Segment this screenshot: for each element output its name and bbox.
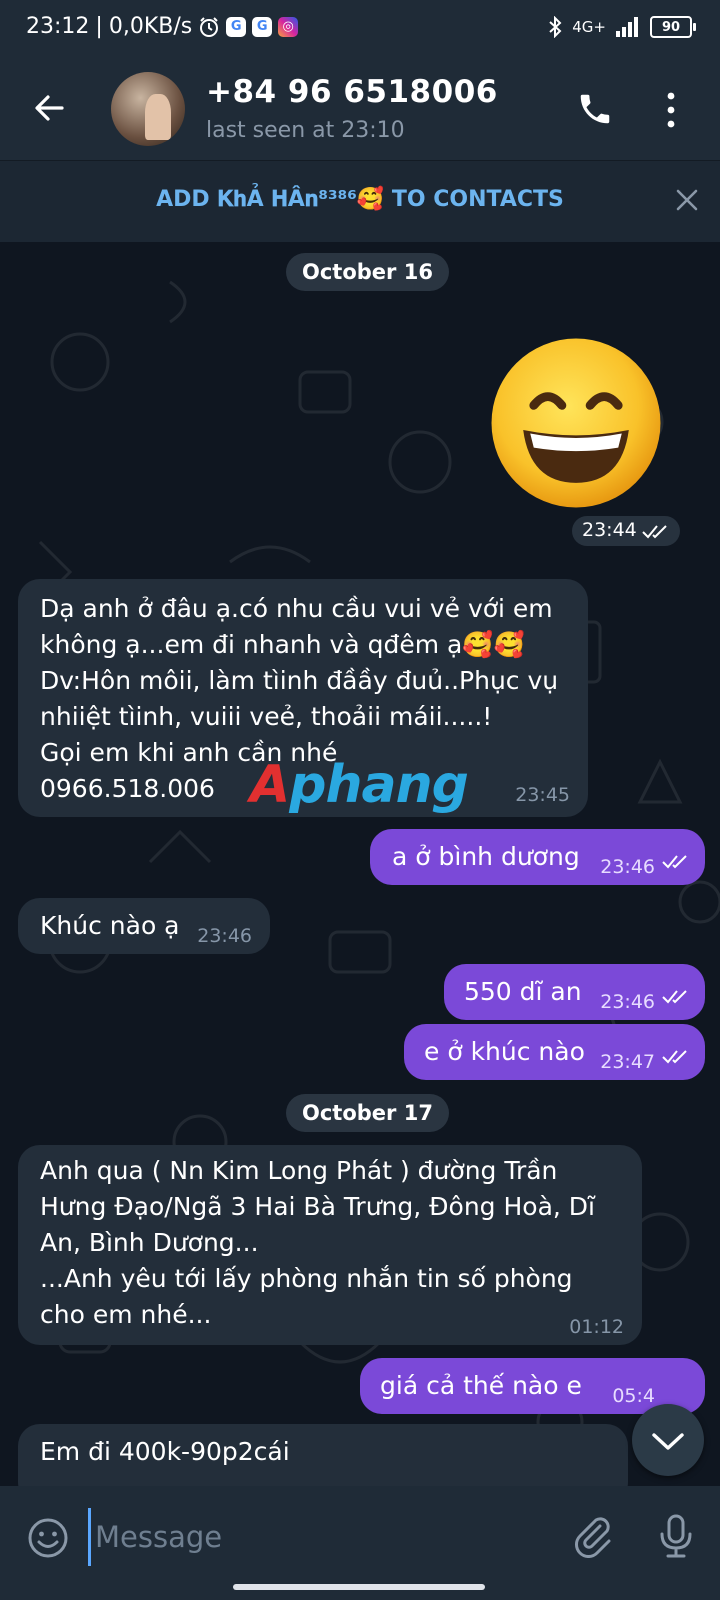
- incoming-message[interactable]: Khúc nào ạ 23:46: [18, 898, 270, 954]
- status-left: 23:12 | 0,0KB/s G G ◎: [26, 14, 299, 39]
- status-speed: 0,0KB/s: [108, 14, 193, 39]
- network-label: 4G+: [572, 18, 606, 36]
- message-input-bar: [0, 1486, 720, 1600]
- bluetooth-icon: [549, 16, 562, 38]
- status-bar: 23:12 | 0,0KB/s G G ◎ 4G+ 90: [0, 0, 720, 62]
- outgoing-message[interactable]: 550 dĩ an 23:46: [444, 964, 705, 1020]
- incoming-message[interactable]: Anh qua ( Nn Kim Long Phát ) đường Trần …: [18, 1145, 642, 1345]
- arrow-left-icon[interactable]: [30, 88, 70, 128]
- message-time: 01:12: [569, 1316, 624, 1338]
- battery-icon: 90: [650, 16, 696, 38]
- home-indicator: [233, 1584, 485, 1590]
- watermark-logo: Aphang: [250, 755, 469, 815]
- status-time: 23:12: [26, 14, 90, 39]
- message-input[interactable]: [88, 1508, 557, 1566]
- message-text: 550 dĩ an: [464, 977, 582, 1006]
- chat-header: +84 96 6518006 last seen at 23:10: [0, 62, 720, 160]
- google-icon-2: G: [252, 16, 273, 37]
- outgoing-message[interactable]: a ở bình dương 23:46: [370, 829, 705, 885]
- double-check-icon: [662, 1050, 687, 1064]
- message-time: 23:46: [600, 856, 655, 878]
- message-time: 23:46: [600, 991, 655, 1013]
- phone-icon[interactable]: [576, 90, 614, 128]
- message-meta: 23:44: [572, 516, 680, 546]
- message-text: giá cả thế nào e: [380, 1371, 582, 1400]
- message-text: Khúc nào ạ: [40, 911, 180, 940]
- microphone-icon[interactable]: [656, 1512, 696, 1560]
- message-time: 23:46: [197, 925, 252, 947]
- smile-icon[interactable]: [26, 1516, 70, 1560]
- signal-icon: [616, 17, 638, 37]
- avatar[interactable]: [111, 72, 185, 146]
- date-separator: October 16: [286, 253, 449, 291]
- contact-name[interactable]: +84 96 6518006: [206, 74, 498, 110]
- double-check-icon: [662, 855, 687, 869]
- add-contact-button[interactable]: ADD 𝐊𝐡Ả 𝐇Â𝐧⁸³⁸⁶🥰 TO CONTACTS: [0, 187, 720, 212]
- paperclip-icon[interactable]: [574, 1514, 618, 1558]
- message-time: 23:45: [515, 784, 570, 806]
- double-check-icon: [662, 990, 687, 1004]
- double-check-icon: [642, 525, 667, 539]
- google-icon: G: [226, 16, 247, 37]
- date-separator: October 17: [286, 1094, 449, 1132]
- add-contact-bar: ADD 𝐊𝐡Ả 𝐇Â𝐧⁸³⁸⁶🥰 TO CONTACTS: [0, 160, 720, 243]
- last-seen-status: last seen at 23:10: [206, 118, 405, 143]
- outgoing-message[interactable]: e ở khúc nào 23:47: [404, 1024, 705, 1080]
- more-vertical-icon[interactable]: [664, 90, 678, 130]
- chat-area[interactable]: October 16 23:44 Dạ anh ở đâu ạ.có nhu c…: [0, 242, 720, 1486]
- message-text: a ở bình dương: [392, 842, 580, 871]
- status-right: 4G+ 90: [548, 16, 696, 38]
- chevron-down-icon: [652, 1433, 684, 1450]
- grinning-face-emoji[interactable]: [488, 335, 664, 511]
- instagram-icon: ◎: [278, 16, 299, 37]
- incoming-message[interactable]: Em đi 400k-90p2cái: [18, 1424, 628, 1486]
- alarm-icon: [200, 16, 219, 37]
- message-time: 23:47: [600, 1051, 655, 1073]
- message-text: Em đi 400k-90p2cái: [40, 1437, 290, 1466]
- scroll-down-button[interactable]: [632, 1404, 704, 1476]
- close-icon[interactable]: [672, 185, 702, 215]
- message-time: 23:44: [582, 519, 637, 541]
- message-text: e ở khúc nào: [424, 1037, 585, 1066]
- message-text: Anh qua ( Nn Kim Long Phát ) đường Trần …: [40, 1156, 595, 1329]
